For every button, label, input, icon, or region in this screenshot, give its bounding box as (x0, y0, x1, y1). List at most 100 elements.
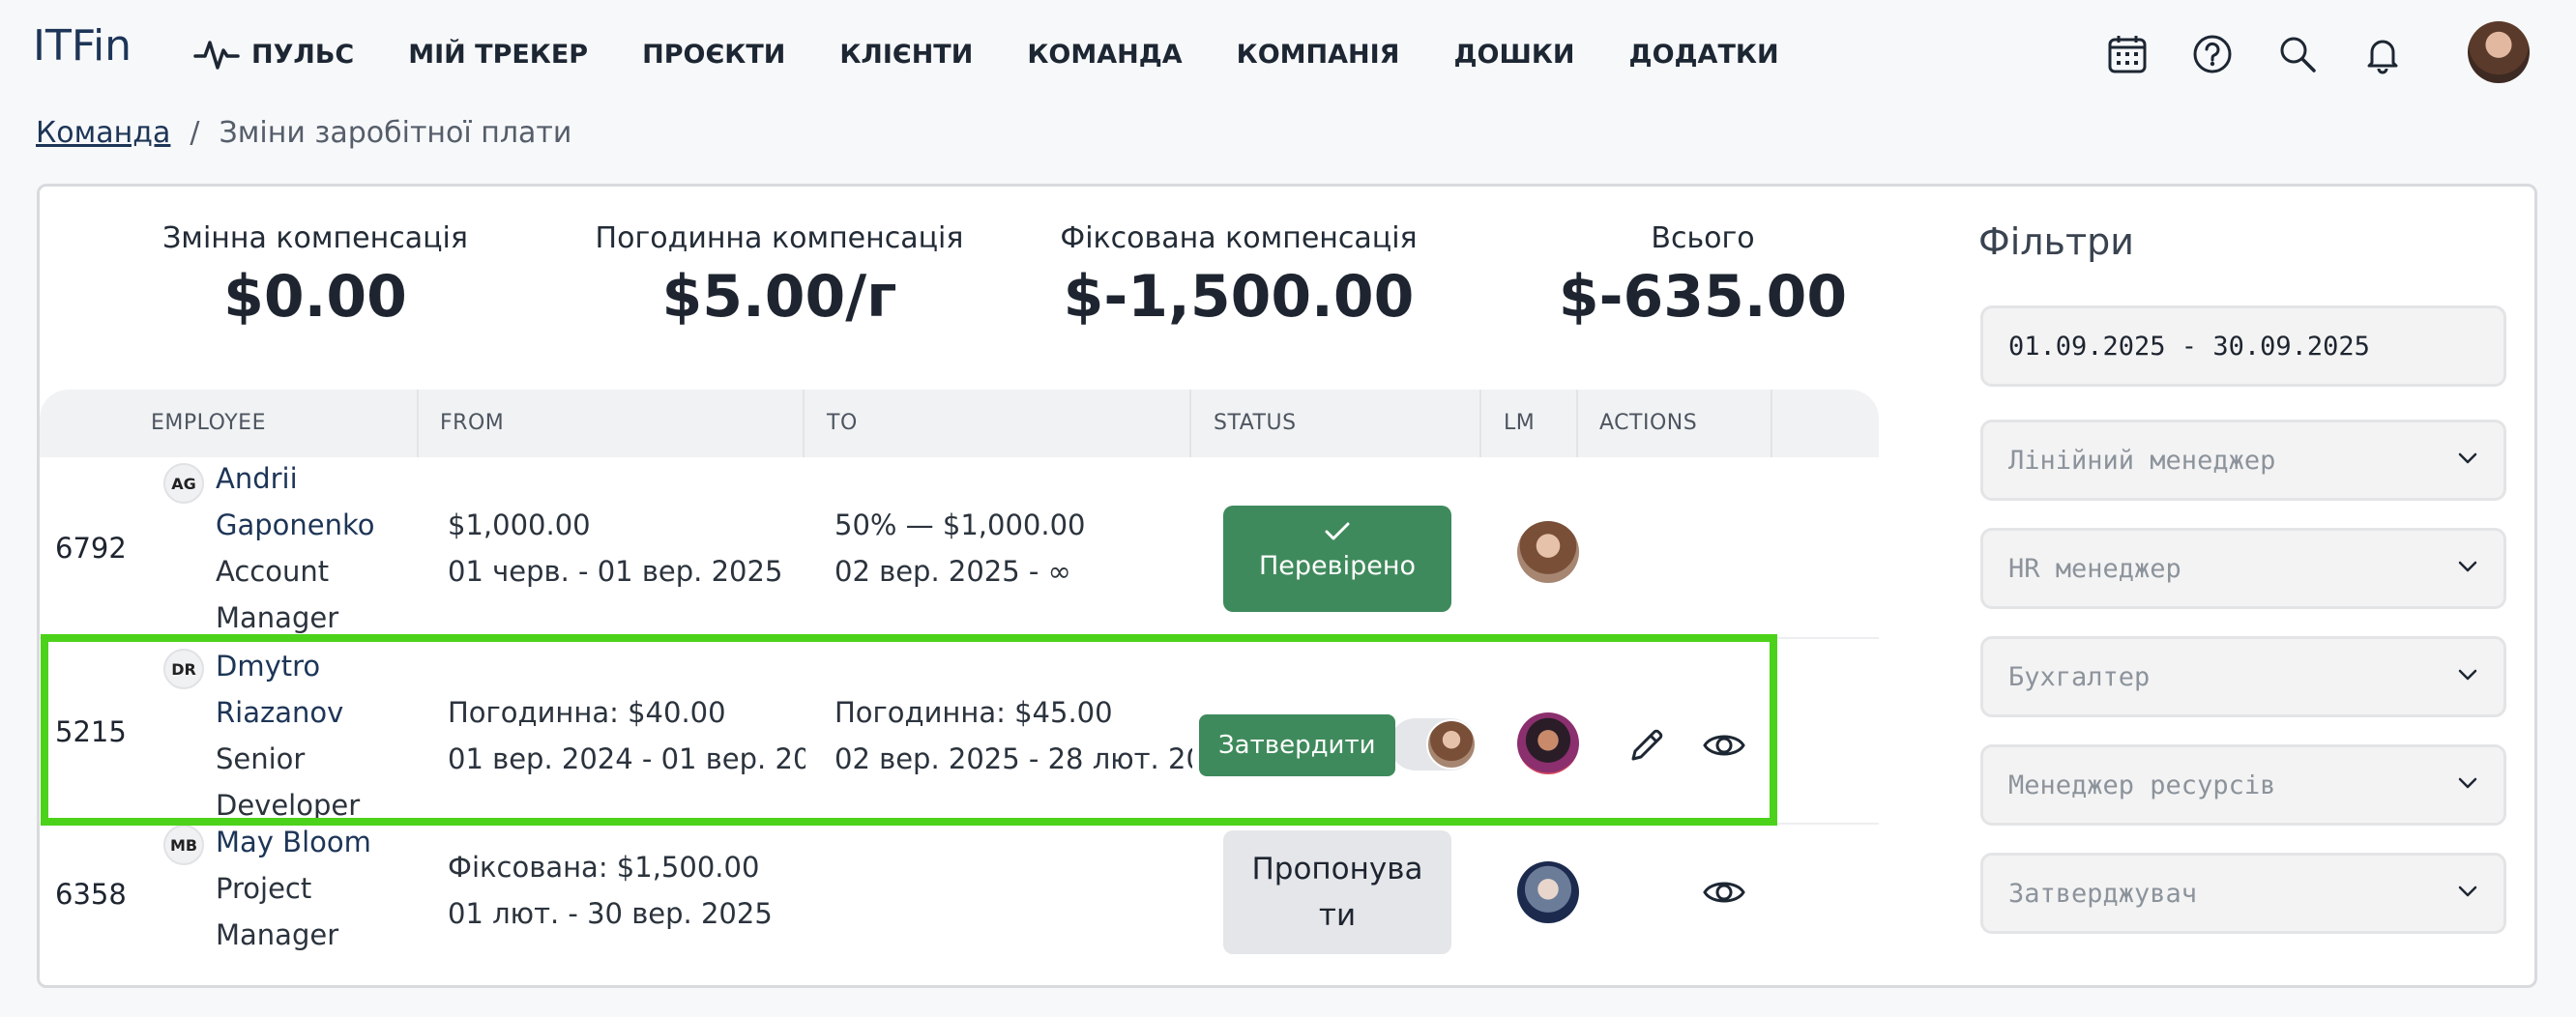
from-amount: Погодинна: $40.00 (448, 696, 726, 729)
propose-button[interactable]: Пропонува ти (1223, 830, 1451, 954)
line-manager-avatar[interactable] (1517, 861, 1579, 923)
column-divider (1771, 390, 1772, 457)
summary-label: Всього (1651, 221, 1755, 255)
employee-name-link[interactable]: Riazanov (216, 689, 360, 736)
nav-item-clients[interactable]: КЛІЄНТИ (839, 40, 973, 70)
table-row[interactable]: 6358 MB May Bloom Project Manager Фіксов… (40, 825, 1879, 966)
from-amount: $1,000.00 (448, 508, 591, 541)
summary-fixed-compensation: Фіксована компенсація $-1,500.00 (1016, 221, 1461, 331)
main-nav: ПУЛЬС МІЙ ТРЕКЕР ПРОЄКТИ КЛІЄНТИ КОМАНДА… (193, 0, 1833, 108)
line-manager-select[interactable]: Лінійний менеджер (1980, 420, 2506, 501)
nav-item-label: КЛІЄНТИ (839, 39, 974, 70)
from-amount: Фіксована: $1,500.00 (448, 851, 760, 884)
column-header-actions: ACTIONS (1599, 411, 1698, 435)
status-verified-badge: Перевірено (1223, 506, 1451, 612)
check-icon (1325, 522, 1350, 540)
summary-value: $0.00 (223, 263, 407, 331)
row-id: 6792 (55, 532, 127, 565)
summary-label: Змінна компенсація (162, 221, 468, 255)
nav-item-company[interactable]: КОМПАНІЯ (1237, 40, 1400, 70)
column-divider (1576, 390, 1578, 457)
chevron-down-icon (2458, 886, 2477, 897)
user-avatar[interactable] (2468, 21, 2530, 83)
chevron-down-icon (2458, 452, 2477, 464)
from-period: 01 лют. - 30 вер. 2025 (448, 897, 773, 930)
breadcrumb-separator: / (190, 116, 200, 150)
bell-icon[interactable] (2361, 33, 2404, 75)
help-icon[interactable] (2191, 33, 2234, 75)
nav-item-pulse[interactable]: ПУЛЬС (193, 35, 354, 73)
employee-name-link[interactable]: Dmytro (216, 643, 360, 689)
column-header-lm[interactable]: LM (1504, 390, 1535, 457)
status-label: Перевірено (1259, 551, 1416, 581)
summary-value: $5.00/г (661, 263, 897, 331)
employee-initials-badge: DR (163, 649, 204, 689)
summary-variable-compensation: Змінна компенсація $0.00 (127, 221, 504, 331)
breadcrumb-current: Зміни заробітної плати (219, 116, 572, 150)
column-header-to[interactable]: TO (827, 390, 858, 457)
approver-pill (1390, 718, 1477, 770)
employee-name-link[interactable]: Gaponenko (216, 502, 375, 548)
status-label: ти (1318, 898, 1357, 933)
line-manager-avatar[interactable] (1517, 712, 1579, 774)
employee-cell: Dmytro Riazanov Senior Developer (216, 643, 360, 828)
nav-item-label: КОМПАНІЯ (1236, 39, 1400, 70)
to-cell: Погодинна: $45.00 02 вер. 2025 - 28 лют.… (834, 689, 1192, 782)
chevron-down-icon (2458, 777, 2477, 789)
employee-name-link[interactable]: May Bloom (216, 819, 371, 865)
column-divider (417, 390, 419, 457)
resource-manager-select[interactable]: Менеджер ресурсів (1980, 744, 2506, 826)
employee-initials-badge: AG (163, 463, 204, 504)
to-amount: 50% — $1,000.00 (834, 508, 1086, 541)
nav-item-addons[interactable]: ДОДАТКИ (1629, 40, 1779, 70)
employee-role: Project (216, 872, 312, 905)
view-icon[interactable] (1701, 722, 1747, 769)
nav-item-label: ПУЛЬС (251, 39, 355, 70)
accountant-select[interactable]: Бухгалтер (1980, 636, 2506, 717)
nav-item-team[interactable]: КОМАНДА (1027, 40, 1182, 70)
edit-icon[interactable] (1624, 722, 1670, 769)
nav-item-projects[interactable]: ПРОЄКТИ (642, 40, 785, 70)
nav-item-label: МІЙ ТРЕКЕР (408, 39, 589, 70)
from-period: 01 черв. - 01 вер. 2025 (448, 555, 783, 588)
status-label: Пропонува (1251, 852, 1423, 886)
column-divider (1189, 390, 1191, 457)
approver-avatar[interactable] (1426, 719, 1477, 770)
nav-item-my-tracker[interactable]: МІЙ ТРЕКЕР (408, 40, 588, 70)
hr-manager-select[interactable]: HR менеджер (1980, 528, 2506, 609)
app-logo[interactable]: ITFin (33, 21, 132, 71)
employee-role: Manager (216, 601, 339, 634)
summary-value: $-635.00 (1558, 263, 1848, 331)
to-cell: 50% — $1,000.00 02 вер. 2025 - ∞ (834, 502, 1086, 595)
summary-label: Погодинна компенсація (595, 221, 964, 255)
approve-button[interactable]: Затвердити (1199, 714, 1395, 776)
column-divider (803, 390, 805, 457)
column-header-status[interactable]: STATUS (1214, 390, 1297, 457)
summary-hourly-compensation: Погодинна компенсація $5.00/г (562, 221, 997, 331)
chevron-down-icon (2458, 561, 2477, 572)
summary-total: Всього $-635.00 (1519, 221, 1887, 331)
table-row[interactable]: 6792 AG Andrii Gaponenko Account Manager… (40, 457, 1879, 639)
table-row[interactable]: 5215 DR Dmytro Riazanov Senior Developer… (40, 639, 1879, 825)
date-range-filter[interactable]: 01.09.2025 - 30.09.2025 (1980, 305, 2506, 387)
to-period: 02 вер. 2025 - ∞ (834, 555, 1071, 588)
column-header-employee[interactable]: EMPLOYEE (151, 390, 266, 457)
view-icon[interactable] (1701, 869, 1747, 915)
employee-role: Account (216, 555, 330, 588)
approver-select[interactable]: Затверджувач (1980, 853, 2506, 934)
line-manager-avatar[interactable] (1517, 521, 1579, 583)
column-header-from[interactable]: FROM (440, 390, 504, 457)
employee-cell: May Bloom Project Manager (216, 819, 371, 958)
select-placeholder: Затверджувач (2008, 878, 2198, 909)
from-cell: $1,000.00 01 черв. - 01 вер. 2025 (448, 502, 782, 595)
calendar-icon[interactable] (2106, 33, 2149, 75)
nav-item-boards[interactable]: ДОШКИ (1453, 40, 1574, 70)
search-icon[interactable] (2276, 33, 2319, 75)
breadcrumb-link-team[interactable]: Команда (36, 116, 170, 150)
column-divider (1479, 390, 1481, 457)
filters-title: Фільтри (1978, 220, 2134, 263)
to-period: 02 вер. 2025 - 28 лют. 2026 (834, 742, 1192, 775)
employee-name-link[interactable]: Andrii (216, 455, 375, 502)
to-amount: Погодинна: $45.00 (834, 696, 1113, 729)
salary-changes-table: EMPLOYEE FROM TO STATUS LM ACTIONS 6792 … (40, 390, 1879, 966)
